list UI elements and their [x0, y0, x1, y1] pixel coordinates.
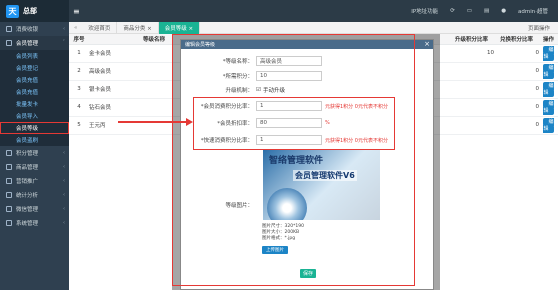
brand-name: 总部	[23, 7, 37, 15]
cell-upgrade	[449, 62, 494, 81]
sidebar-item-label: 消费收银	[16, 27, 39, 33]
sidebar-item-label: 统计分析	[16, 193, 39, 199]
annotation-arrow	[118, 121, 191, 123]
cell-upgrade: 10	[449, 44, 494, 63]
cell-exchange: 0	[494, 80, 539, 99]
sidebar-item-label: 商品管理	[16, 165, 39, 171]
edit-button[interactable]: 编辑	[543, 46, 554, 61]
sidebar-item-wechat[interactable]: 微信管理 ‹	[0, 202, 69, 216]
cell-exchange: 0	[494, 44, 539, 63]
submenu-member-list[interactable]: 会员列表	[0, 50, 69, 62]
user-icon	[6, 40, 12, 46]
brand-logo: 天 总部	[0, 0, 69, 22]
close-icon[interactable]: ×	[424, 40, 430, 48]
annotation-arrow-head	[186, 118, 193, 126]
cell-no: 2	[69, 62, 89, 81]
user-menu[interactable]: admin·超管	[518, 7, 548, 15]
menu-toggle-icon[interactable]: ≡	[73, 7, 80, 16]
refresh-icon[interactable]: ⟳	[450, 8, 455, 14]
cell-no: 4	[69, 98, 89, 117]
settings-icon	[6, 220, 12, 226]
sidebar-item-system[interactable]: 系统管理 ‹	[0, 216, 69, 230]
sidebar-item-label: 会员管理	[16, 41, 39, 47]
tab-member-level[interactable]: 会员等级 ×	[158, 21, 201, 34]
marketing-icon	[6, 178, 12, 184]
sidebar-item-marketing[interactable]: 营销推广 ‹	[0, 174, 69, 188]
sidebar-item-stats[interactable]: 统计分析 ‹	[0, 188, 69, 202]
sidebar-item-members[interactable]: 会员管理 ˇ	[0, 36, 69, 50]
edit-button[interactable]: 编辑	[543, 64, 554, 79]
wechat-icon	[6, 206, 12, 212]
points-icon	[6, 150, 12, 156]
chevron-icon: ‹	[63, 206, 65, 212]
sidebar: 天 总部 消费收银 ‹ 会员管理 ˇ 会员列表 会员登记 会员充值 会员充值 批…	[0, 0, 69, 290]
submenu-member-recharge-2[interactable]: 会员充值	[0, 86, 69, 98]
sidebar-item-label: 微信管理	[16, 207, 39, 213]
cell-exchange: 0	[494, 98, 539, 117]
tab-bar: « 欢迎首页 商品分类 × 会员等级 × 页面操作	[69, 21, 558, 34]
sidebar-item-label: 营销推广	[16, 179, 39, 185]
sidebar-item-label: 积分管理	[16, 151, 39, 157]
monitor-icon[interactable]: ▤	[484, 8, 489, 14]
submenu-batch-card[interactable]: 批量发卡	[0, 98, 69, 110]
submenu-member-import[interactable]: 会员导入	[0, 110, 69, 122]
cash-icon	[6, 26, 12, 32]
chevron-icon: ‹	[63, 164, 65, 170]
annotation-dialog-frame	[172, 34, 415, 286]
bell-icon[interactable]: ●	[501, 8, 506, 14]
chevron-icon: ‹	[63, 178, 65, 184]
goods-icon	[6, 164, 12, 170]
chevron-icon: ‹	[63, 150, 65, 156]
chevron-icon: ‹	[63, 220, 65, 226]
submenu-member-register[interactable]: 会员登记	[0, 62, 69, 74]
cell-upgrade	[449, 80, 494, 99]
chevron-down-icon: ˇ	[62, 40, 66, 46]
cell-no: 1	[69, 44, 89, 63]
col-header-no: 序号	[69, 34, 89, 45]
submenu-member-level[interactable]: 会员等级	[0, 122, 69, 134]
cell-upgrade	[449, 116, 494, 135]
chevron-icon: ‹	[63, 26, 65, 32]
sidebar-item-goods[interactable]: 商品管理 ‹	[0, 160, 69, 174]
sidebar-item-label: 系统管理	[16, 221, 39, 227]
sidebar-item-consume[interactable]: 消费收银 ‹	[0, 22, 69, 36]
tab-scroll-left-icon[interactable]: «	[69, 25, 82, 31]
page-actions-dropdown[interactable]: 页面操作	[528, 24, 558, 32]
edit-button[interactable]: 编辑	[543, 118, 554, 133]
col-header-exchange-ratio: 兑换积分比率	[494, 34, 539, 45]
chevron-icon: ‹	[63, 192, 65, 198]
submenu-member-fraud[interactable]: 会员盗刷	[0, 134, 69, 146]
topbar: ≡ IP地址功能 ⟳ ▭ ▤ ● admin·超管	[69, 0, 558, 22]
edit-button[interactable]: 编辑	[543, 82, 554, 97]
cell-exchange: 0	[494, 62, 539, 81]
window-icon[interactable]: ▭	[467, 8, 472, 14]
chart-icon	[6, 192, 12, 198]
submenu-member-recharge[interactable]: 会员充值	[0, 74, 69, 86]
logo-icon: 天	[6, 4, 19, 18]
tab-welcome[interactable]: 欢迎首页	[82, 21, 118, 34]
cell-upgrade	[449, 98, 494, 117]
col-header-actions: 操作	[539, 34, 558, 45]
cell-exchange: 0	[494, 116, 539, 135]
sidebar-item-points[interactable]: 积分管理 ‹	[0, 146, 69, 160]
tab-goods-category[interactable]: 商品分类 ×	[117, 21, 159, 34]
cell-no: 3	[69, 80, 89, 99]
ip-function-link[interactable]: IP地址功能	[411, 7, 438, 15]
cell-no: 5	[69, 116, 89, 135]
col-header-upgrade-ratio: 升级积分比率	[449, 34, 494, 45]
annotation-highlight-box	[193, 97, 395, 150]
edit-button[interactable]: 编辑	[543, 100, 554, 115]
